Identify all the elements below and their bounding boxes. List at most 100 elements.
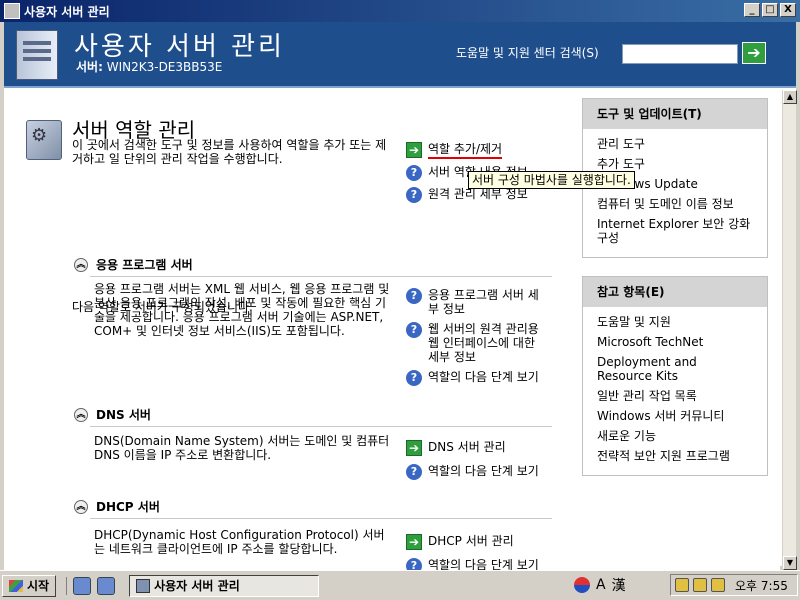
role-app-server-links: ? 응용 프로그램 서버 세부 정보 ? 웹 서버의 원격 관리용 웹 인터페이… xyxy=(406,288,546,386)
tooltip: 서버 구성 마법사를 실행합니다. xyxy=(468,171,635,189)
help-icon: ? xyxy=(406,558,422,570)
start-button[interactable]: 시작 xyxy=(2,574,57,597)
role-app-server-title: 응용 프로그램 서버 xyxy=(96,258,193,272)
main-content: 서버 역할 관리 이 곳에서 검색한 도구 및 정보를 사용하여 역할을 추가 … xyxy=(4,90,780,570)
help-icon: ? xyxy=(406,322,422,338)
ref-community[interactable]: Windows 서버 커뮤니티 xyxy=(597,409,753,423)
app-server-details-link[interactable]: ? 응용 프로그램 서버 세부 정보 xyxy=(406,288,546,316)
security-shield-icon[interactable] xyxy=(675,578,689,592)
tools-updates-list: 관리 도구 추가 도구 Windows Update 컴퓨터 및 도메인 이름 … xyxy=(583,129,767,257)
role-app-server-desc: 응용 프로그램 서버는 XML 웹 서비스, 웹 응용 프로그램 및 분산 응용… xyxy=(94,282,390,338)
ref-deployment-kits[interactable]: Deployment and Resource Kits xyxy=(597,355,753,383)
vertical-scrollbar[interactable]: ▲ ▼ xyxy=(782,90,797,570)
server-app-icon xyxy=(4,3,20,19)
dns-next-steps-label[interactable]: 역할의 다음 단계 보기 xyxy=(428,464,539,478)
dhcp-manage-link[interactable]: ➔ DHCP 서버 관리 xyxy=(406,534,546,550)
server-label: 서버: xyxy=(76,60,103,74)
network-icon[interactable] xyxy=(693,578,707,592)
ime-korean-icon[interactable] xyxy=(574,577,590,593)
quick-launch xyxy=(66,576,116,595)
help-icon: ? xyxy=(406,187,422,203)
ime-alpha-toggle[interactable]: A xyxy=(596,577,606,593)
role-dns-desc: DNS(Domain Name System) 서버는 도메인 및 컴퓨터 DN… xyxy=(94,434,390,462)
window-title: 사용자 서버 관리 xyxy=(24,4,110,19)
taskbar-item-server-manager[interactable]: 사용자 서버 관리 xyxy=(129,574,320,597)
taskbar-item-label: 사용자 서버 관리 xyxy=(154,579,240,593)
role-app-server-header[interactable]: ︽ 응용 프로그램 서버 xyxy=(74,256,193,273)
window-title-bar[interactable]: 사용자 서버 관리 _ □ X xyxy=(0,0,800,22)
app-server-next-steps-label[interactable]: 역할의 다음 단계 보기 xyxy=(428,370,539,384)
help-icon: ? xyxy=(406,288,422,304)
server-app-icon xyxy=(136,578,151,593)
app-server-next-steps-link[interactable]: ? 역할의 다음 단계 보기 xyxy=(406,370,546,386)
divider xyxy=(90,426,552,427)
dhcp-manage-label[interactable]: DHCP 서버 관리 xyxy=(428,534,514,548)
role-dhcp-title: DHCP 서버 xyxy=(96,500,160,514)
clock[interactable]: 오후 7:55 xyxy=(735,577,788,594)
ref-whats-new[interactable]: 새로운 기능 xyxy=(597,429,753,443)
volume-icon[interactable] xyxy=(711,578,725,592)
role-dhcp-header[interactable]: ︽ DHCP 서버 xyxy=(74,498,160,515)
window-controls: _ □ X xyxy=(744,3,796,17)
ref-admin-tasks[interactable]: 일반 관리 작업 목록 xyxy=(597,389,753,403)
search-go-button[interactable]: ➔ xyxy=(742,42,766,64)
tool-computer-domain-info[interactable]: 컴퓨터 및 도메인 이름 정보 xyxy=(597,197,753,211)
ime-hanja-toggle[interactable]: 漢 xyxy=(612,575,626,595)
divider xyxy=(90,276,552,277)
maximize-button[interactable]: □ xyxy=(762,3,778,17)
web-remote-admin-label[interactable]: 웹 서버의 원격 관리용 웹 인터페이스에 대한 세부 정보 xyxy=(428,322,546,364)
close-button[interactable]: X xyxy=(780,3,796,17)
role-dns-title: DNS 서버 xyxy=(96,408,151,422)
server-name-label: 서버: WIN2K3-DE3BB53E xyxy=(76,58,222,75)
scroll-down-icon[interactable]: ▼ xyxy=(783,556,797,570)
collapse-icon[interactable]: ︽ xyxy=(74,499,88,514)
web-remote-admin-link[interactable]: ? 웹 서버의 원격 관리용 웹 인터페이스에 대한 세부 정보 xyxy=(406,322,546,364)
remote-admin-link[interactable]: ? 원격 관리 세부 정보 xyxy=(406,187,528,203)
arrow-go-icon: ➔ xyxy=(406,534,422,550)
collapse-icon[interactable]: ︽ xyxy=(74,257,88,272)
see-also-list: 도움말 및 지원 Microsoft TechNet Deployment an… xyxy=(583,307,767,475)
help-icon: ? xyxy=(406,464,422,480)
dns-manage-link[interactable]: ➔ DNS 서버 관리 xyxy=(406,440,546,456)
windows-flag-icon xyxy=(9,579,23,592)
dhcp-next-steps-label[interactable]: 역할의 다음 단계 보기 xyxy=(428,558,539,570)
help-search-label: 도움말 및 지원 센터 검색(S) xyxy=(456,46,599,60)
arrow-go-icon: ➔ xyxy=(406,142,422,158)
see-also-title: 참고 항목(E) xyxy=(583,277,767,307)
scroll-up-icon[interactable]: ▲ xyxy=(783,90,797,104)
collapse-icon[interactable]: ︽ xyxy=(74,407,88,422)
role-dns-header[interactable]: ︽ DNS 서버 xyxy=(74,406,151,423)
help-icon: ? xyxy=(406,370,422,386)
help-search-input[interactable] xyxy=(622,44,738,64)
system-tray: 오후 7:55 xyxy=(670,574,798,596)
remote-admin-label[interactable]: 원격 관리 세부 정보 xyxy=(428,187,528,201)
dhcp-next-steps-link[interactable]: ? 역할의 다음 단계 보기 xyxy=(406,558,546,570)
server-roles-icon xyxy=(26,120,62,160)
tools-updates-title: 도구 및 업데이트(T) xyxy=(583,99,767,129)
dns-manage-label[interactable]: DNS 서버 관리 xyxy=(428,440,506,454)
add-remove-role-link[interactable]: ➔ 역할 추가/제거 xyxy=(406,142,528,159)
tool-more-tools[interactable]: 추가 도구 xyxy=(597,157,753,171)
desktop-icon[interactable] xyxy=(73,576,92,595)
role-dhcp-links: ➔ DHCP 서버 관리 ? 역할의 다음 단계 보기 xyxy=(406,534,546,570)
minimize-button[interactable]: _ xyxy=(744,3,760,17)
ime-bar: A 漢 xyxy=(574,575,626,595)
arrow-go-icon: ➔ xyxy=(406,440,422,456)
app-server-details-label[interactable]: 응용 프로그램 서버 세부 정보 xyxy=(428,288,546,316)
help-icon: ? xyxy=(406,165,422,181)
role-dhcp-desc: DHCP(Dynamic Host Configuration Protocol… xyxy=(94,528,385,556)
tool-ie-security[interactable]: Internet Explorer 보안 강화 구성 xyxy=(597,217,753,245)
server-icon xyxy=(16,30,58,80)
internet-explorer-icon[interactable] xyxy=(97,576,116,595)
start-label: 시작 xyxy=(27,579,50,593)
dns-next-steps-link[interactable]: ? 역할의 다음 단계 보기 xyxy=(406,464,546,480)
ref-help-support[interactable]: 도움말 및 지원 xyxy=(597,315,753,329)
tool-admin-tools[interactable]: 관리 도구 xyxy=(597,137,753,151)
see-also-box: 참고 항목(E) 도움말 및 지원 Microsoft TechNet Depl… xyxy=(582,276,768,476)
ref-technet[interactable]: Microsoft TechNet xyxy=(597,335,753,349)
ref-security-program[interactable]: 전략적 보안 지원 프로그램 xyxy=(597,449,753,463)
section-description: 이 곳에서 검색한 도구 및 정보를 사용하여 역할을 추가 또는 제거하고 일… xyxy=(72,138,387,166)
taskbar: 시작 사용자 서버 관리 A 漢 오후 7:55 xyxy=(0,570,800,600)
add-remove-role-label[interactable]: 역할 추가/제거 xyxy=(428,142,503,159)
divider xyxy=(90,518,552,519)
